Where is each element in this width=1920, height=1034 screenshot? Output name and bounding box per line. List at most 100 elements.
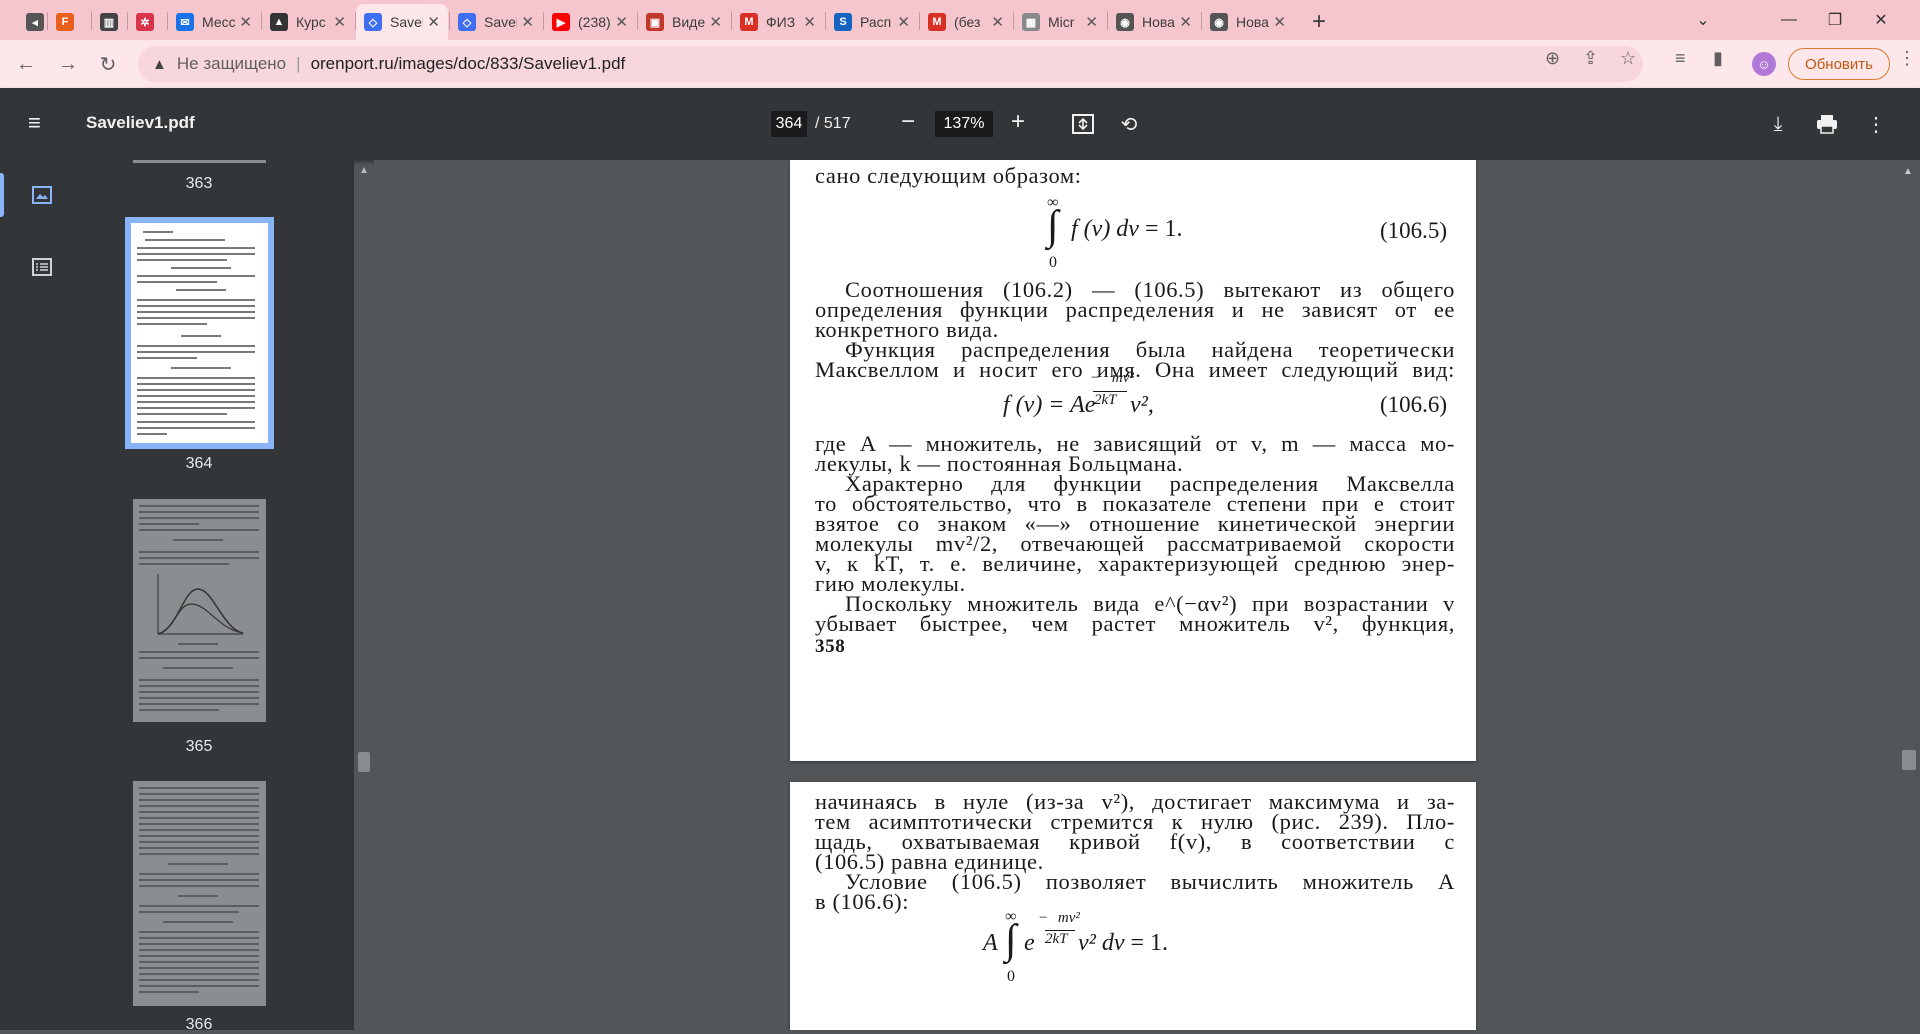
tab-title: Нова <box>1142 14 1175 30</box>
browser-tab[interactable]: ◂ <box>18 4 48 40</box>
tab-title: ФИЗ <box>766 14 796 30</box>
update-button[interactable]: Обновить <box>1788 48 1890 80</box>
close-tab-icon[interactable]: ✕ <box>427 13 440 31</box>
browser-tab[interactable]: ▥ <box>92 4 126 40</box>
menu-icon[interactable]: ≡ <box>28 112 52 136</box>
vertical-scrollbar[interactable]: ▲ <box>1898 160 1920 1030</box>
browser-tab[interactable]: S Расп ✕ <box>826 4 918 40</box>
tab-title: (238) <box>578 14 611 30</box>
vertical-scrollbar-thumb[interactable] <box>1902 750 1916 770</box>
address-bar[interactable]: ▲ Не защищено | orenport.ru/images/doc/8… <box>138 46 1643 82</box>
browser-tab[interactable]: M (без ✕ <box>920 4 1012 40</box>
reading-list-icon[interactable]: ≡ <box>1675 48 1686 69</box>
back-icon[interactable]: ← <box>10 48 42 80</box>
close-tab-icon[interactable]: ✕ <box>615 13 628 31</box>
gmail-icon: M <box>740 13 758 31</box>
print-icon[interactable] <box>1815 112 1839 136</box>
browser-tab[interactable]: ▶ (238) ✕ <box>544 4 636 40</box>
zoom-in-button[interactable]: + <box>1005 108 1031 138</box>
browser-tab[interactable]: ▣ Виде ✕ <box>638 4 730 40</box>
chrome-menu-icon[interactable]: ⋮ <box>1898 48 1916 69</box>
chrome-icon: ◉ <box>1116 13 1134 31</box>
minimize-button[interactable]: — <box>1766 0 1812 40</box>
close-tab-icon[interactable]: ✕ <box>1085 13 1098 31</box>
tab-separator <box>127 12 128 30</box>
browser-tab[interactable]: ◉ Нова ✕ <box>1108 4 1200 40</box>
browser-tab[interactable]: ✉ Месс ✕ <box>168 4 260 40</box>
close-tab-icon[interactable]: ✕ <box>333 13 346 31</box>
close-tab-icon[interactable]: ✕ <box>709 13 722 31</box>
side-panel-icon[interactable]: ▮ <box>1713 48 1723 69</box>
zoom-input[interactable]: 137% <box>935 111 993 137</box>
equation-exp: e <box>1024 930 1035 956</box>
zoom-icon[interactable]: ⊕ <box>1545 48 1560 69</box>
equation-106-6: f (v) = Ae <box>1003 392 1096 418</box>
thumbnail-page-366[interactable] <box>133 781 266 1006</box>
thumbnail-page-363[interactable] <box>133 160 266 163</box>
speaker-icon: ◂ <box>26 13 44 31</box>
tab-title: Micr <box>1048 14 1075 30</box>
reload-icon[interactable]: ↻ <box>92 48 124 80</box>
close-tab-icon[interactable]: ✕ <box>521 13 534 31</box>
share-icon[interactable]: ⇪ <box>1583 48 1598 69</box>
page-number: 358 <box>815 636 846 657</box>
browser-tab[interactable]: M ФИЗ ✕ <box>732 4 824 40</box>
download-icon[interactable]: ⤓ <box>1766 112 1790 136</box>
fit-page-icon[interactable] <box>1071 112 1095 136</box>
browser-tab[interactable]: ◇ Savel ✕ <box>356 4 448 40</box>
browser-tab[interactable]: F <box>48 4 88 40</box>
gmail-icon: M <box>928 13 946 31</box>
bookmark-star-icon[interactable]: ☆ <box>1620 48 1636 69</box>
pdf-icon: ◇ <box>458 13 476 31</box>
close-tab-icon[interactable]: ✕ <box>991 13 1004 31</box>
video-icon: ▣ <box>646 13 664 31</box>
browser-tab[interactable]: ✲ <box>128 4 164 40</box>
close-tab-icon[interactable]: ✕ <box>239 13 252 31</box>
paragraph: Условие (106.5) позволяет вычислить множ… <box>845 869 1455 894</box>
outline-view-icon[interactable] <box>30 255 54 279</box>
browser-tab[interactable]: ◇ Savel ✕ <box>450 4 542 40</box>
equation-number: (106.5) <box>1380 218 1448 243</box>
equation-integrand: v² dv = 1. <box>1078 930 1169 956</box>
integral-lower-limit: 0 <box>1007 968 1015 985</box>
close-tab-icon[interactable]: ✕ <box>897 13 910 31</box>
pdf-toolbar: ≡ Saveliev1.pdf 364 / 517 − 137% + ⟲ ⤓ ⋮ <box>0 88 1920 160</box>
close-tab-icon[interactable]: ✕ <box>1179 13 1192 31</box>
browser-tab[interactable]: ◉ Нова ✕ <box>1202 4 1294 40</box>
tab-title: Savel <box>390 14 424 30</box>
forward-icon[interactable]: → <box>52 48 84 80</box>
profile-avatar[interactable]: ☺ <box>1752 52 1776 76</box>
thumbnail-label-366: 366 <box>185 1016 213 1033</box>
tab-separator <box>167 12 168 30</box>
close-tab-icon[interactable]: ✕ <box>803 13 816 31</box>
rotate-icon[interactable]: ⟲ <box>1117 112 1141 136</box>
close-tab-icon[interactable]: ✕ <box>1273 13 1286 31</box>
messenger-icon: ✉ <box>176 13 194 31</box>
maximize-button[interactable]: ❐ <box>1812 0 1858 40</box>
thumbnails-view-icon[interactable] <box>30 183 54 207</box>
tab-separator <box>1201 12 1202 30</box>
page-number-input[interactable]: 364 <box>771 111 807 137</box>
document-viewer: сано следующим образом: ∫ ∞ 0 f (v) dv =… <box>374 160 1902 1030</box>
close-window-button[interactable]: ✕ <box>1858 0 1904 40</box>
browser-tab[interactable]: ▦ Micr ✕ <box>1014 4 1106 40</box>
url-text: orenport.ru/images/doc/833/Saveliev1.pdf <box>310 54 626 73</box>
sidebar-scrollbar-thumb[interactable] <box>358 752 370 772</box>
zoom-out-button[interactable]: − <box>895 108 921 138</box>
more-options-icon[interactable]: ⋮ <box>1864 112 1888 136</box>
scroll-up-arrow[interactable]: ▲ <box>1903 166 1913 177</box>
youtube-icon: ▶ <box>552 13 570 31</box>
thumbnail-page-365[interactable] <box>133 499 266 722</box>
s-icon: S <box>834 13 852 31</box>
integral-upper-limit: ∞ <box>1047 194 1059 211</box>
integral-upper-limit: ∞ <box>1005 908 1017 925</box>
sidebar-active-indicator <box>0 173 4 217</box>
scroll-up-arrow[interactable]: ▲ <box>354 160 374 180</box>
new-tab-button[interactable]: + <box>1304 4 1334 40</box>
browser-tab[interactable]: ▲ Курс ✕ <box>262 4 354 40</box>
tab-separator <box>825 12 826 30</box>
thumbnail-label-364: 364 <box>185 455 213 472</box>
paragraph: убывает быстрее, чем растет множитель v²… <box>815 611 1455 636</box>
tab-search-icon[interactable]: ⌄ <box>1680 0 1726 40</box>
thumbnail-page-364[interactable] <box>125 217 274 449</box>
